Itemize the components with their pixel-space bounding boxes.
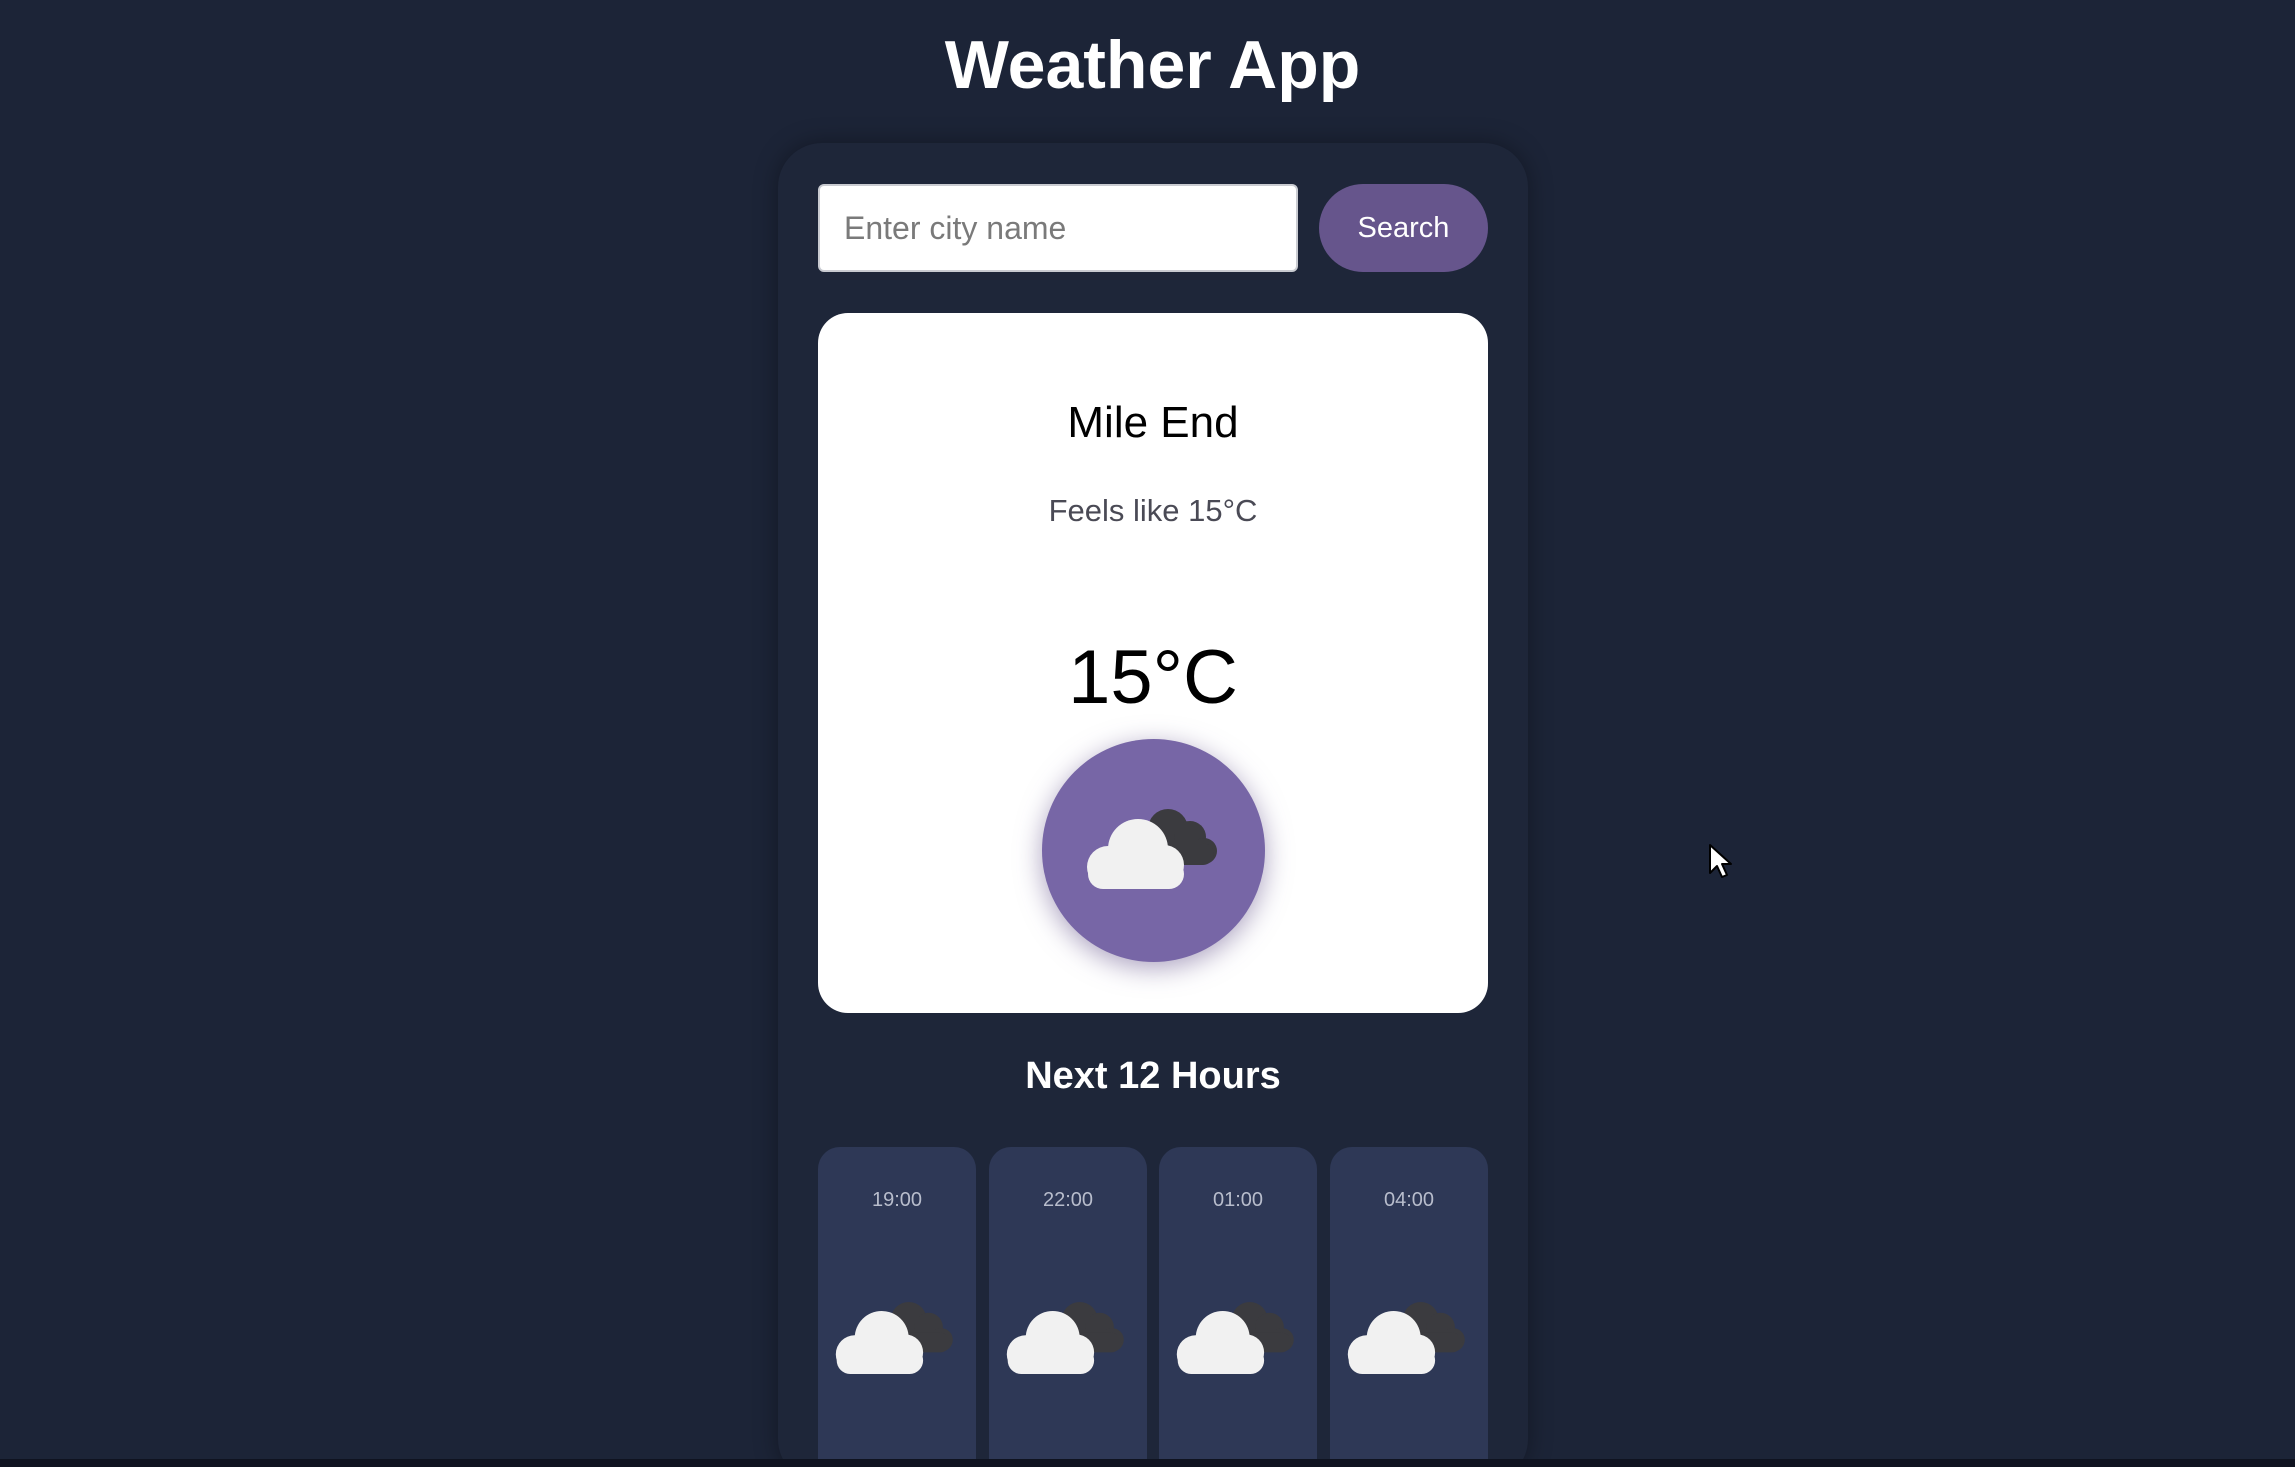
city-name: Mile End [1067,398,1239,447]
hour-card: 22:00 [989,1147,1147,1467]
search-button[interactable]: Search [1319,184,1488,272]
weather-container: Search Mile End Feels like 15°C 15°C [778,143,1528,1467]
cloudy-icon [1006,1302,1124,1374]
current-temperature: 15°C [1068,635,1238,720]
bottom-edge [0,1459,2295,1467]
hour-card: 01:00 [1159,1147,1317,1467]
current-weather-icon-circle [1042,739,1265,962]
mouse-cursor-icon [1709,844,1732,878]
forecast-title: Next 12 Hours [1025,1055,1281,1097]
hour-time: 19:00 [871,1189,923,1211]
cloudy-icon [835,1302,953,1374]
current-weather-card: Mile End Feels like 15°C 15°C [818,313,1488,1013]
app-title: Weather App [944,27,1361,103]
cloudy-icon [1176,1302,1294,1374]
hour-time: 01:00 [1212,1189,1264,1211]
hour-time: 04:00 [1383,1189,1435,1211]
hour-card: 19:00 [818,1147,976,1467]
page: Weather App Search Mile End Feels like 1… [0,0,2295,1467]
feels-like-text: Feels like 15°C [1048,493,1258,528]
hour-card: 04:00 [1330,1147,1488,1467]
city-search-input[interactable] [818,184,1298,272]
cloudy-icon [1087,809,1217,889]
cloudy-icon [1347,1302,1465,1374]
hour-time: 22:00 [1042,1189,1094,1211]
